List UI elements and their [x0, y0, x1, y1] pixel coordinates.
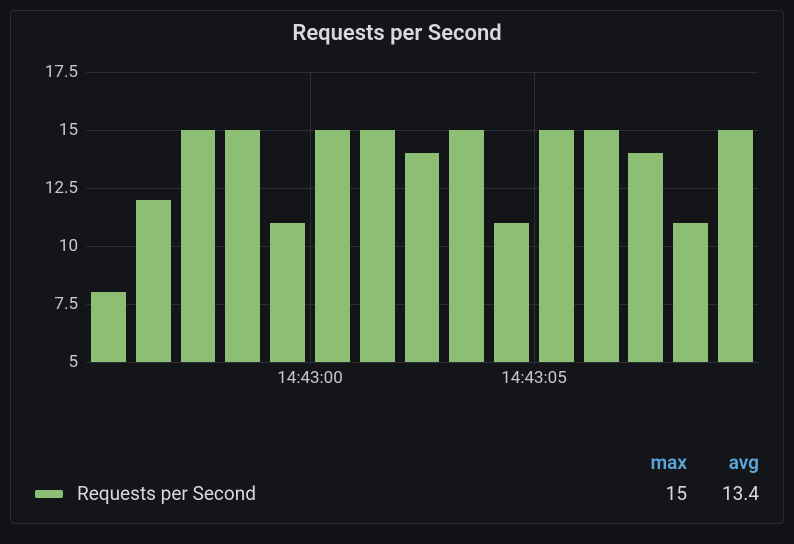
y-tick-label: 10	[28, 236, 78, 256]
bar-slot	[355, 72, 400, 362]
chart-panel: Requests per Second 57.51012.51517.5 14:…	[10, 10, 784, 524]
panel-title: Requests per Second	[11, 11, 783, 52]
y-tick-label: 7.5	[28, 294, 78, 314]
bar-slot	[624, 72, 669, 362]
x-tick-label: 14:43:00	[277, 368, 343, 388]
bar[interactable]	[360, 130, 395, 362]
bar[interactable]	[449, 130, 484, 362]
bar-slot	[131, 72, 176, 362]
y-tick-label: 15	[28, 120, 78, 140]
bar-slot	[668, 72, 713, 362]
bar-slot	[220, 72, 265, 362]
bar-slot	[176, 72, 221, 362]
bar[interactable]	[539, 130, 574, 362]
bars-container	[86, 72, 758, 362]
x-tick-label: 14:43:05	[501, 368, 567, 388]
x-axis: 14:43:00 14:43:05	[86, 362, 758, 392]
bar[interactable]	[405, 153, 440, 362]
bar[interactable]	[181, 130, 216, 362]
y-tick-label: 5	[28, 352, 78, 372]
legend-table: max avg Requests per Second 15 13.4	[11, 441, 783, 523]
bar[interactable]	[584, 130, 619, 362]
plot-region[interactable]: 57.51012.51517.5	[86, 72, 758, 362]
chart-area: 57.51012.51517.5 14:43:0014:43:05	[11, 52, 783, 441]
legend-max-value: 15	[643, 482, 687, 505]
bar[interactable]	[718, 130, 753, 362]
legend-avg-value: 13.4	[715, 482, 759, 505]
bar[interactable]	[136, 200, 171, 362]
bar[interactable]	[270, 223, 305, 362]
bar-slot	[265, 72, 310, 362]
legend-row[interactable]: Requests per Second 15 13.4	[35, 482, 759, 505]
bar[interactable]	[494, 223, 529, 362]
bar[interactable]	[225, 130, 260, 362]
bar[interactable]	[673, 223, 708, 362]
legend-header-max[interactable]: max	[643, 451, 687, 474]
bar-slot	[534, 72, 579, 362]
bar-slot	[579, 72, 624, 362]
bar-slot	[86, 72, 131, 362]
bar-slot	[713, 72, 758, 362]
y-axis: 57.51012.51517.5	[31, 72, 86, 362]
legend-swatch-icon	[35, 490, 63, 498]
bar[interactable]	[91, 292, 126, 362]
y-tick-label: 17.5	[28, 62, 78, 82]
bar-slot	[400, 72, 445, 362]
legend-header: max avg	[35, 451, 759, 482]
legend-series-label: Requests per Second	[77, 482, 615, 505]
bar-slot	[310, 72, 355, 362]
bar-slot	[489, 72, 534, 362]
bar[interactable]	[315, 130, 350, 362]
y-tick-label: 12.5	[28, 178, 78, 198]
legend-header-avg[interactable]: avg	[715, 451, 759, 474]
bar[interactable]	[628, 153, 663, 362]
bar-slot	[444, 72, 489, 362]
